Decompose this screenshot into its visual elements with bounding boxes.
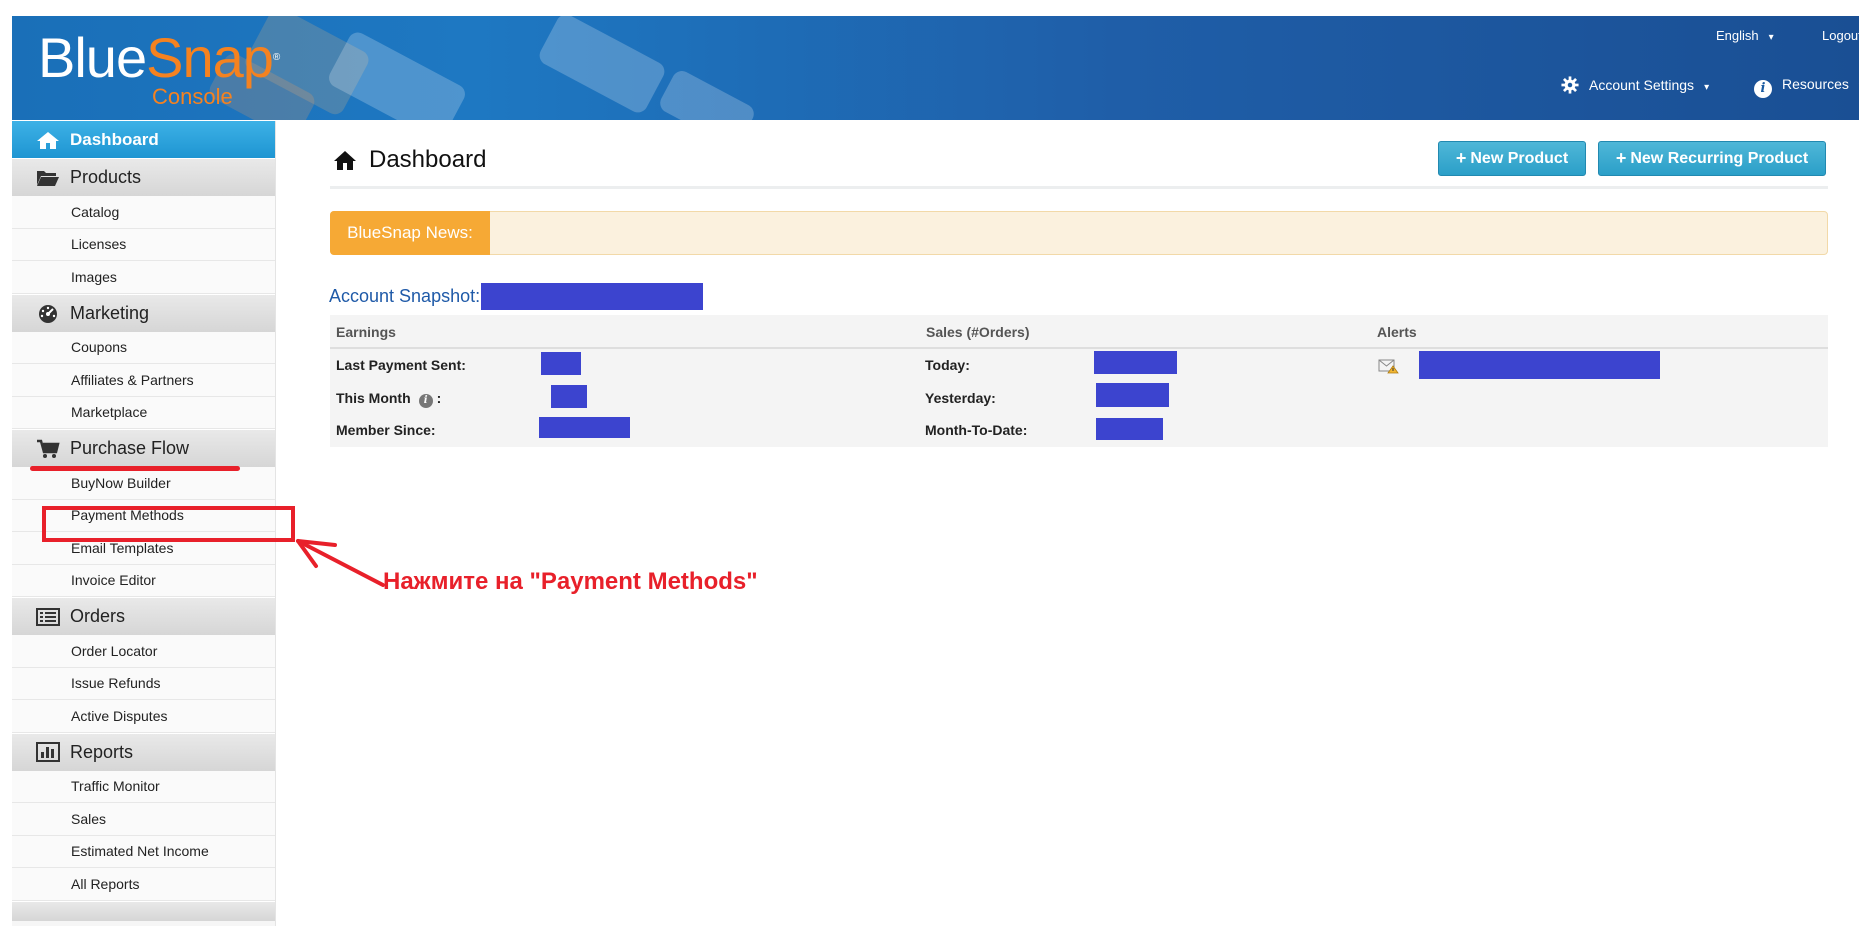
bluesnap-console: BlueSnap® Console English ▾ Logout Accoun…	[0, 0, 1859, 926]
annotation-text: Нажмите на "Payment Methods"	[383, 568, 758, 595]
annotation-arrow-icon	[296, 539, 385, 587]
